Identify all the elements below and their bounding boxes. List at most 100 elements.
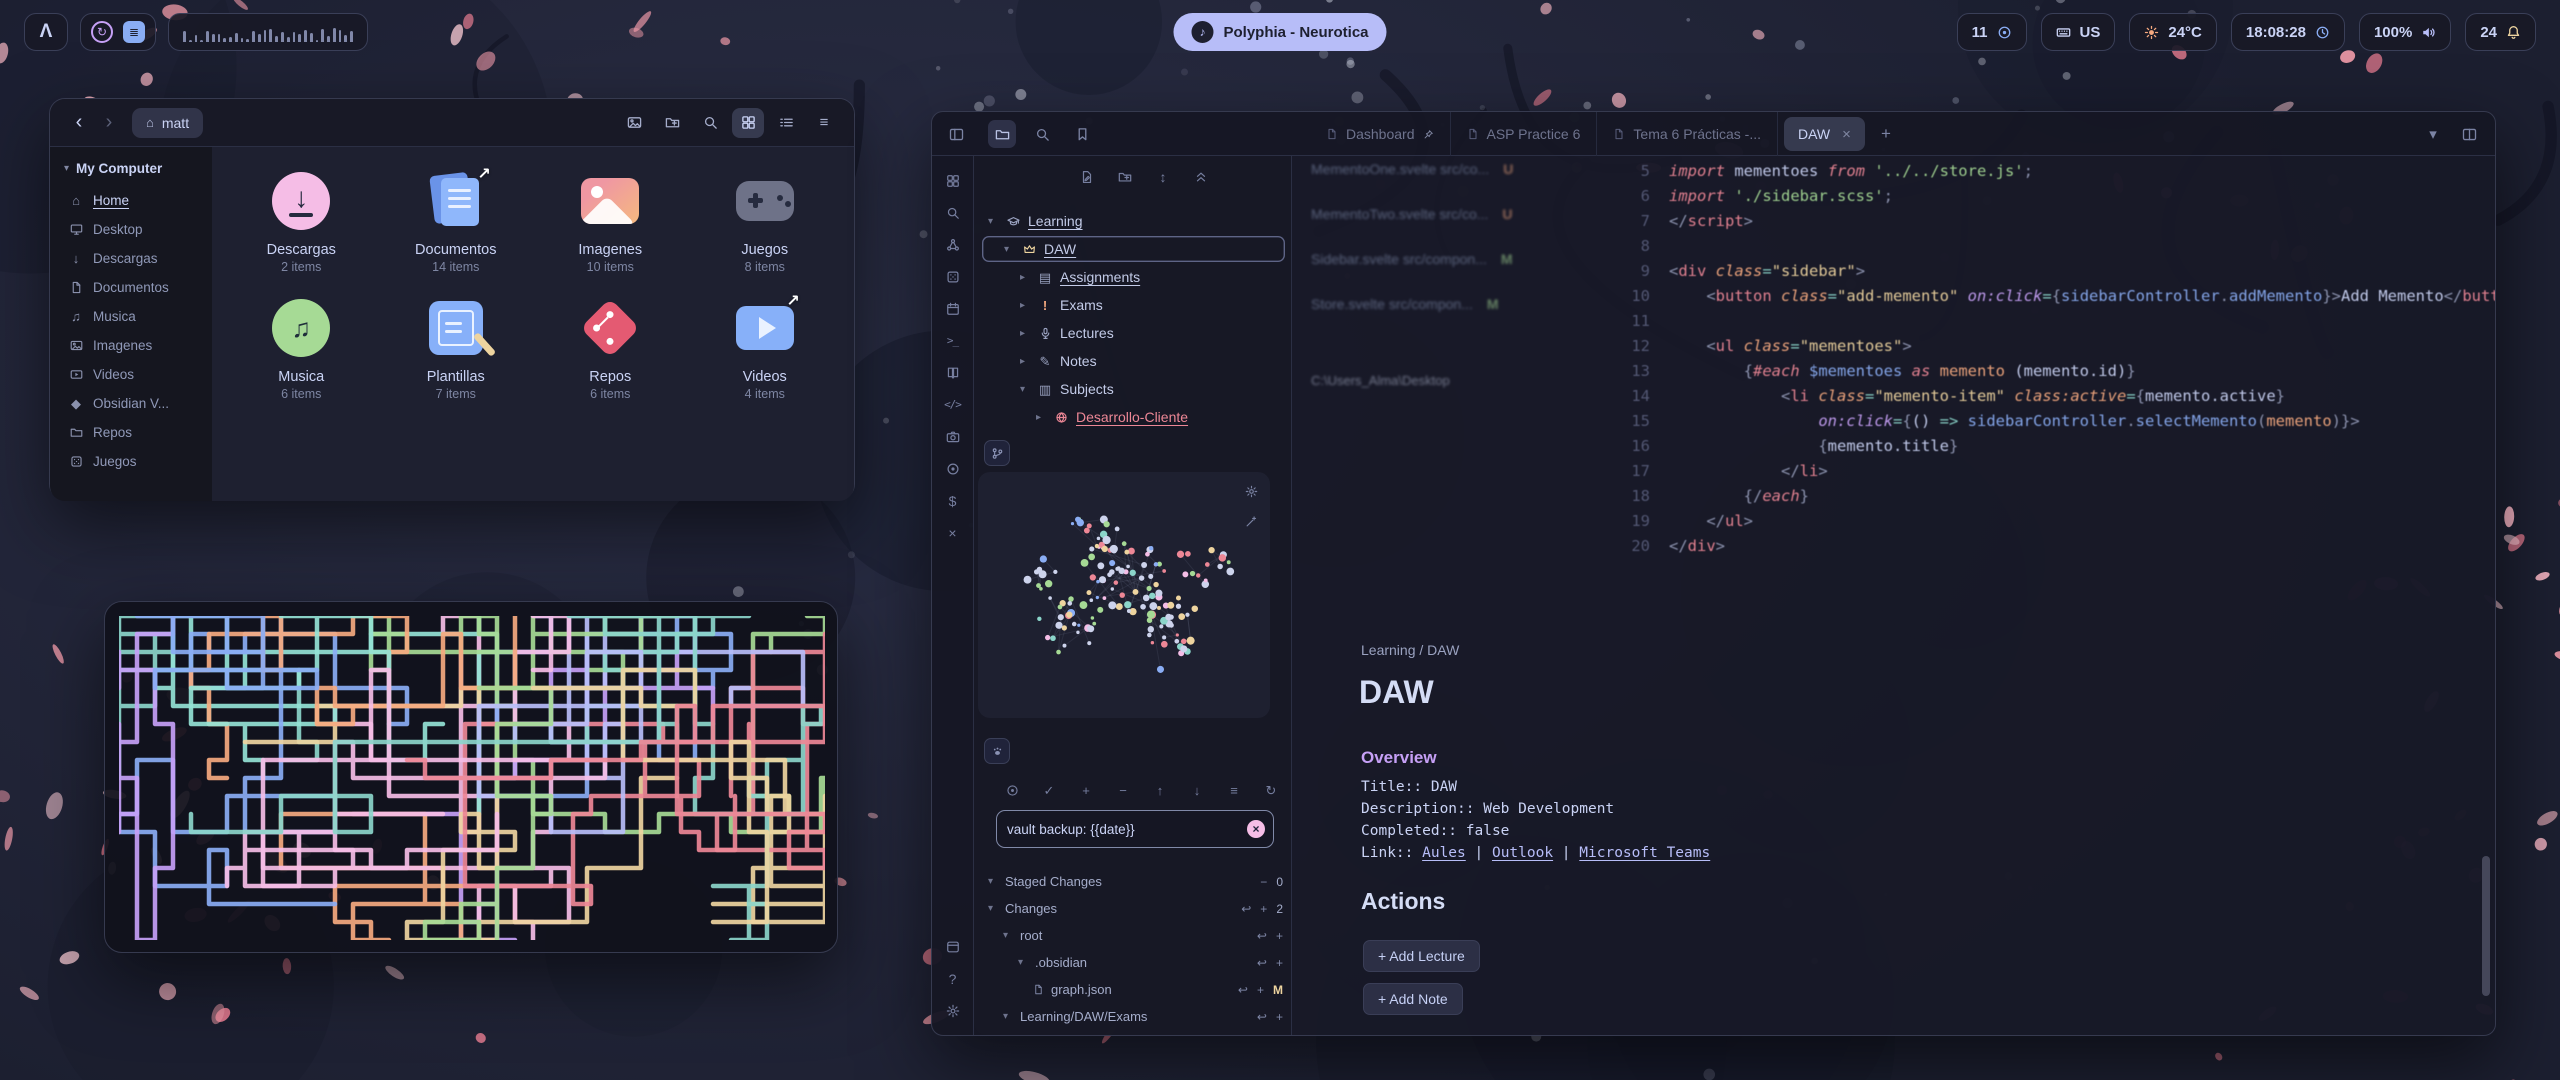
reading-view-ribbon-button[interactable] bbox=[938, 358, 968, 387]
graph-node[interactable] bbox=[1219, 554, 1226, 561]
chevron-icon[interactable]: ▾ bbox=[988, 903, 998, 914]
graph-node[interactable] bbox=[1050, 635, 1056, 641]
chevron-icon[interactable]: ▸ bbox=[1036, 412, 1046, 423]
graph-node[interactable] bbox=[1227, 560, 1231, 564]
search-ribbon-button[interactable] bbox=[938, 198, 968, 227]
chevron-icon[interactable]: ▾ bbox=[1004, 244, 1014, 255]
graph-node[interactable] bbox=[1053, 570, 1057, 574]
sidebar-item-descargas[interactable]: ↓Descargas bbox=[60, 244, 202, 273]
undo-icon[interactable]: ↩ bbox=[1238, 983, 1248, 997]
graph-node[interactable] bbox=[1087, 641, 1091, 645]
graph-node[interactable] bbox=[1089, 598, 1093, 602]
graph-node[interactable] bbox=[1086, 590, 1091, 595]
tree-item-lectures[interactable]: ▸Lectures bbox=[974, 320, 1285, 346]
undo-icon[interactable]: ↩ bbox=[1241, 902, 1251, 916]
graph-node[interactable] bbox=[1162, 635, 1166, 639]
graph-node[interactable] bbox=[1157, 666, 1164, 673]
graph-node[interactable] bbox=[1190, 571, 1195, 576]
graph-node[interactable] bbox=[1149, 546, 1153, 550]
chevron-icon[interactable]: ▸ bbox=[1020, 328, 1030, 339]
unstage-all-button[interactable]: − bbox=[1111, 778, 1135, 802]
graph-node[interactable] bbox=[1040, 555, 1047, 562]
graph-node[interactable] bbox=[1127, 609, 1131, 613]
chevron-icon[interactable]: ▾ bbox=[1003, 1011, 1013, 1022]
graph-node[interactable] bbox=[1067, 601, 1072, 606]
breadcrumb[interactable]: ⌂ matt bbox=[132, 108, 203, 138]
graph-node[interactable] bbox=[1084, 528, 1090, 534]
sidebar-item-musica[interactable]: ♫Musica bbox=[60, 302, 202, 331]
graph-node[interactable] bbox=[1068, 596, 1073, 601]
file-manager-titlebar[interactable]: ‹ › ⌂ matt ≡ bbox=[50, 99, 854, 147]
stage-all-button[interactable]: + bbox=[1074, 778, 1098, 802]
grid-view-button[interactable] bbox=[732, 108, 764, 138]
sidebar-item-repos[interactable]: Repos bbox=[60, 418, 202, 447]
graph-node[interactable] bbox=[1180, 645, 1187, 652]
note-link-outlook[interactable]: Outlook bbox=[1492, 845, 1553, 861]
graph-node[interactable] bbox=[1104, 521, 1110, 527]
sidebar-item-desktop[interactable]: Desktop bbox=[60, 215, 202, 244]
windows-module[interactable]: 11 bbox=[1957, 13, 2027, 51]
add-note-button[interactable]: + Add Note bbox=[1363, 983, 1463, 1015]
graph-node[interactable] bbox=[1091, 616, 1094, 619]
plus-icon[interactable]: + bbox=[1276, 956, 1283, 970]
minus-icon[interactable]: − bbox=[1260, 875, 1267, 889]
new-folder-button[interactable] bbox=[656, 108, 688, 138]
graph-node[interactable] bbox=[1097, 562, 1104, 569]
commit-message-input[interactable] bbox=[997, 822, 1247, 837]
plus-icon[interactable]: + bbox=[1276, 929, 1283, 943]
chevron-icon[interactable]: ▾ bbox=[988, 216, 998, 227]
graph-node[interactable] bbox=[1119, 592, 1124, 597]
sort-order-button[interactable]: ↕ bbox=[1150, 164, 1176, 190]
sidebar-item-home[interactable]: ⌂Home bbox=[60, 186, 202, 215]
workspaces-ribbon-button[interactable] bbox=[938, 166, 968, 195]
camera-ribbon-button[interactable] bbox=[938, 422, 968, 451]
graph-node[interactable] bbox=[1080, 601, 1088, 609]
folder-musica[interactable]: ♫Musica6 items bbox=[224, 288, 379, 407]
folder-juegos[interactable]: Juegos8 items bbox=[688, 161, 843, 280]
graph-node[interactable] bbox=[1095, 544, 1099, 548]
graph-node[interactable] bbox=[1092, 622, 1096, 626]
graph-node[interactable] bbox=[1111, 587, 1114, 590]
tab-list-chevron-icon[interactable]: ▾ bbox=[2419, 120, 2447, 148]
graph-node[interactable] bbox=[1217, 564, 1223, 570]
tree-item-assignments[interactable]: ▸▤Assignments bbox=[974, 264, 1285, 290]
note-link-aules[interactable]: Aules bbox=[1422, 845, 1466, 861]
git-row-learning-daw-exams[interactable]: ▾Learning/DAW/Exams↩+ bbox=[974, 1003, 1283, 1030]
graph-node[interactable] bbox=[1176, 604, 1181, 609]
vault-graph[interactable] bbox=[978, 472, 1270, 718]
push-button[interactable]: ↑ bbox=[1148, 778, 1172, 802]
tree-item-subjects[interactable]: ▾▥Subjects bbox=[974, 376, 1285, 402]
graph-node[interactable] bbox=[1058, 605, 1063, 610]
graph-node[interactable] bbox=[1149, 602, 1157, 610]
graph-node[interactable] bbox=[1024, 576, 1032, 584]
backup-button[interactable] bbox=[1000, 778, 1024, 802]
graph-node[interactable] bbox=[1162, 569, 1166, 573]
graph-node[interactable] bbox=[1077, 624, 1080, 627]
graph-node[interactable] bbox=[1048, 596, 1052, 600]
pull-button[interactable]: ↓ bbox=[1185, 778, 1209, 802]
tab-asp-practice-6[interactable]: ASP Practice 6 bbox=[1451, 112, 1598, 156]
graph-node[interactable] bbox=[1133, 589, 1139, 595]
graph-node[interactable] bbox=[1066, 612, 1072, 618]
graph-node[interactable] bbox=[1187, 637, 1195, 645]
graph-node[interactable] bbox=[1126, 565, 1130, 569]
graph-node[interactable] bbox=[1192, 605, 1199, 612]
tree-item-notes[interactable]: ▸✎Notes bbox=[974, 348, 1285, 374]
graph-node[interactable] bbox=[1039, 587, 1043, 591]
new-note-button[interactable] bbox=[1074, 164, 1100, 190]
graph-node[interactable] bbox=[1109, 560, 1115, 566]
chevron-icon[interactable]: ▸ bbox=[1020, 356, 1030, 367]
chevron-icon[interactable]: ▾ bbox=[1003, 930, 1013, 941]
sidebar-item-imagenes[interactable]: Imagenes bbox=[60, 331, 202, 360]
files-tab-icon[interactable] bbox=[988, 120, 1016, 148]
graph-node[interactable] bbox=[1167, 602, 1174, 609]
chevron-icon[interactable]: ▸ bbox=[1020, 300, 1030, 311]
tray-files-icon[interactable]: ≣ bbox=[123, 21, 145, 43]
terminal-ribbon-button[interactable]: >_ bbox=[938, 326, 968, 355]
graph-node[interactable] bbox=[1087, 625, 1092, 630]
graph-node[interactable] bbox=[1153, 582, 1158, 587]
graph-node[interactable] bbox=[1063, 644, 1067, 648]
sidebar-item-juegos[interactable]: Juegos bbox=[60, 447, 202, 476]
notifications-module[interactable]: 24 bbox=[2465, 13, 2536, 51]
graph-node[interactable] bbox=[1130, 570, 1136, 576]
